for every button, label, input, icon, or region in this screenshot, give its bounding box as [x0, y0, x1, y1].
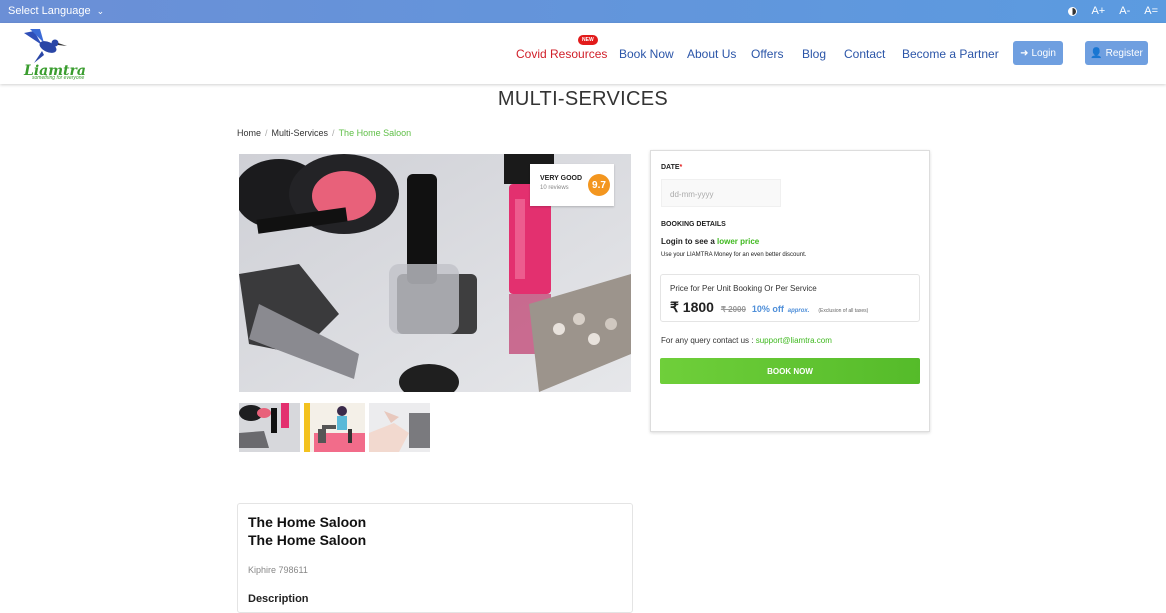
- support-email-link[interactable]: support@liamtra.com: [756, 336, 832, 345]
- accessibility-controls: A+ A- A=: [1068, 5, 1158, 17]
- contact-query: For any query contact us : support@liamt…: [661, 336, 832, 345]
- login-button[interactable]: ➜ Login: [1013, 41, 1063, 65]
- top-bar: Select Language ⌄ A+ A- A=: [0, 0, 1166, 23]
- thumbnail-strip: [239, 403, 430, 452]
- user-plus-icon: 👤: [1090, 47, 1103, 59]
- date-label: DATE*: [661, 164, 682, 171]
- breadcrumb-multi-services[interactable]: Multi-Services: [272, 128, 329, 138]
- manicure-thumbnail-image: [369, 403, 430, 452]
- discount-badge: 10% off: [751, 304, 784, 314]
- nav-covid-resources[interactable]: Covid Resources: [516, 47, 607, 61]
- listing-info-card: The Home Saloon The Home Saloon Kiphire …: [237, 503, 633, 613]
- logo[interactable]: Liamtra something for everyone: [20, 27, 86, 81]
- nav-book-now[interactable]: Book Now: [619, 47, 674, 61]
- nav-about-us[interactable]: About Us: [687, 47, 736, 61]
- breadcrumb-separator: /: [265, 128, 268, 138]
- breadcrumb-current: The Home Saloon: [338, 128, 412, 138]
- login-prompt-text: Login to see a: [661, 237, 718, 246]
- register-label: Register: [1105, 47, 1143, 59]
- rating-label: VERY GOOD: [540, 175, 583, 182]
- price-for-label: Price for Per Unit Booking Or Per Servic…: [670, 284, 817, 293]
- font-reset-button[interactable]: A=: [1144, 5, 1158, 17]
- rating-badge: VERY GOOD 10 reviews 9.7: [530, 164, 614, 206]
- navbar: Liamtra something for everyone Covid Res…: [0, 23, 1166, 84]
- thumbnail-2[interactable]: [304, 403, 365, 452]
- font-decrease-button[interactable]: A-: [1119, 5, 1130, 17]
- lower-price-link[interactable]: lower price: [717, 237, 759, 246]
- listing-location: Kiphire 798611: [248, 565, 308, 575]
- money-note: Use your LIAMTRA Money for an even bette…: [661, 252, 807, 258]
- booking-panel: DATE* dd-mm-yyyy BOOKING DETAILS Login t…: [650, 150, 930, 432]
- query-text: For any query contact us :: [661, 336, 756, 345]
- old-price: ₹ 2000: [720, 305, 746, 314]
- listing-name: The Home Saloon: [248, 514, 367, 530]
- thumbnail-3[interactable]: [369, 403, 430, 452]
- chevron-down-icon: ⌄: [96, 6, 105, 16]
- thumbnail-1[interactable]: [239, 403, 300, 452]
- language-selector[interactable]: Select Language ⌄: [8, 5, 104, 17]
- salon-illustration-thumbnail-image: [304, 403, 365, 452]
- required-marker: *: [679, 164, 683, 171]
- description-heading: Description: [248, 593, 309, 605]
- makeup-thumbnail-image: [239, 403, 300, 452]
- breadcrumb-home[interactable]: Home: [237, 128, 261, 138]
- language-label: Select Language: [8, 5, 91, 17]
- breadcrumb-separator: /: [332, 128, 335, 138]
- register-button[interactable]: 👤 Register: [1085, 41, 1148, 65]
- tax-note: (Exclusion of all taxes): [818, 308, 869, 314]
- page-title: MULTI-SERVICES: [497, 88, 669, 110]
- book-now-button[interactable]: BOOK NOW: [660, 358, 920, 384]
- price-line: ₹ 1800 ₹ 2000 10% off approx. (Exclusion…: [670, 299, 868, 316]
- nav-become-partner[interactable]: Become a Partner: [902, 47, 999, 61]
- new-badge: NEW: [578, 35, 598, 45]
- booking-details-heading: BOOKING DETAILS: [661, 221, 726, 228]
- current-price: ₹ 1800: [670, 299, 714, 315]
- logo-tagline: something for everyone: [32, 75, 85, 81]
- contrast-icon[interactable]: [1068, 6, 1078, 16]
- date-label-text: DATE: [661, 164, 680, 171]
- font-increase-button[interactable]: A+: [1091, 5, 1105, 17]
- hummingbird-logo-icon: [24, 29, 67, 63]
- rating-reviews: 10 reviews: [540, 185, 569, 191]
- price-box: Price for Per Unit Booking Or Per Servic…: [660, 274, 920, 322]
- nav-contact[interactable]: Contact: [844, 47, 885, 61]
- nav-blog[interactable]: Blog: [802, 47, 826, 61]
- login-price-prompt: Login to see a lower price: [661, 237, 759, 246]
- breadcrumb: Home / Multi-Services / The Home Saloon: [237, 128, 411, 138]
- nav-offers[interactable]: Offers: [751, 47, 783, 61]
- rating-score: 9.7: [588, 174, 610, 196]
- date-input[interactable]: dd-mm-yyyy: [661, 179, 781, 207]
- sign-in-icon: ➜: [1020, 47, 1029, 59]
- login-label: Login: [1031, 47, 1056, 59]
- approx-label: approx.: [787, 308, 810, 314]
- listing-subname: The Home Saloon: [248, 532, 367, 548]
